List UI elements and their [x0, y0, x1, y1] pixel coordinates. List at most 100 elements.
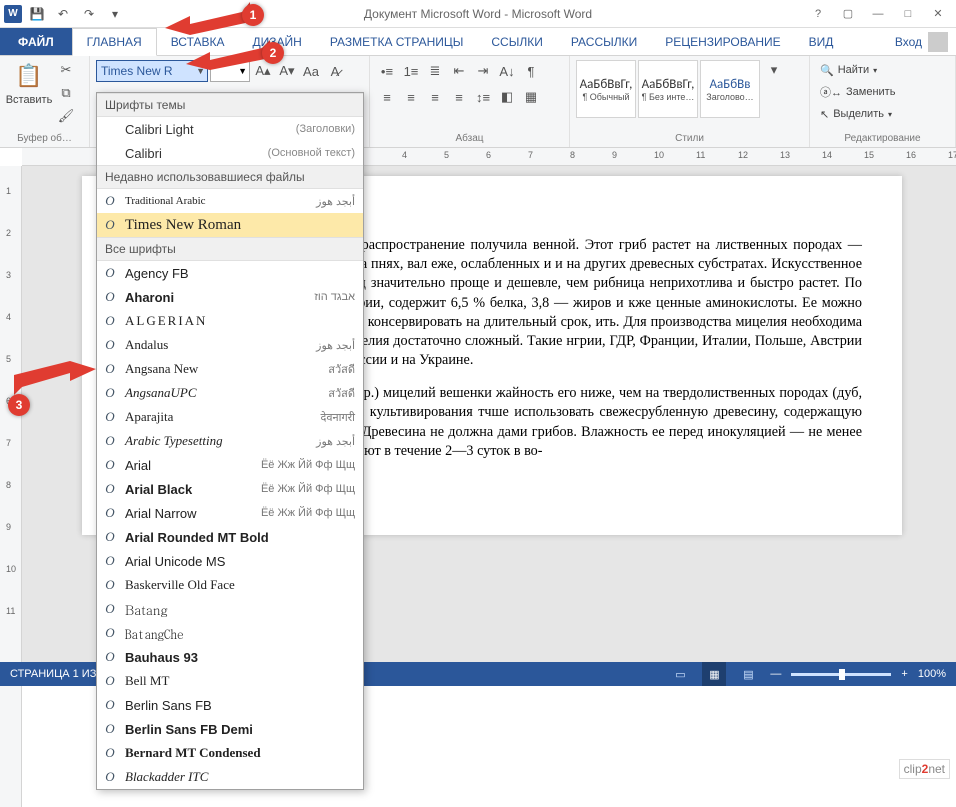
avatar[interactable] — [928, 32, 948, 52]
app-icon: W — [4, 5, 22, 23]
font-list-item[interactable]: OAgency FB — [97, 261, 363, 285]
group-editing-label: Редактирование — [816, 131, 949, 145]
zoom-level[interactable]: 100% — [918, 668, 946, 680]
group-styles-label: Стили — [576, 131, 803, 145]
ribbon-display-button[interactable]: ▢ — [834, 3, 862, 25]
view-read-button[interactable]: ▭ — [668, 662, 692, 686]
title-bar: W 💾 ↶ ↷ ▾ Документ Microsoft Word - Micr… — [0, 0, 956, 28]
numbering-button[interactable]: 1≡ — [400, 60, 422, 82]
replace-button[interactable]: ⓐ↔Заменить — [816, 82, 899, 102]
font-recent-item[interactable]: OTimes New Roman — [97, 213, 363, 237]
tab-layout[interactable]: РАЗМЕТКА СТРАНИЦЫ — [316, 28, 478, 55]
tab-mailings[interactable]: РАССЫЛКИ — [557, 28, 651, 55]
styles-more-button[interactable]: ▾ — [764, 60, 784, 80]
view-web-button[interactable]: ▤ — [736, 662, 760, 686]
font-list-item[interactable]: OArialЁё Жж Йй Фф Щщ — [97, 453, 363, 477]
clear-formatting-button[interactable]: A̷ — [324, 60, 346, 82]
increase-indent-button[interactable]: ⇥ — [472, 60, 494, 82]
tab-review[interactable]: РЕЦЕНЗИРОВАНИЕ — [651, 28, 794, 55]
annotation-badge-2: 2 — [262, 42, 284, 64]
style-normal[interactable]: АаБбВвГг, ¶ Обычный — [576, 60, 636, 118]
style-nospacing[interactable]: АаБбВвГг, ¶ Без инте… — [638, 60, 698, 118]
align-center-button[interactable]: ≡ — [400, 86, 422, 108]
search-icon: 🔍 — [820, 64, 834, 77]
font-list-item[interactable]: OBatangChe — [97, 621, 363, 645]
sort-button[interactable]: A↓ — [496, 60, 518, 82]
font-list-item[interactable]: OAharoniאבגד הוז — [97, 285, 363, 309]
font-list-item[interactable]: OBlackadder ITC — [97, 765, 363, 789]
font-list-item[interactable]: OBauhaus 93 — [97, 645, 363, 669]
copy-button[interactable]: ⧉ — [56, 83, 76, 103]
font-list-item[interactable]: OArial NarrowЁё Жж Йй Фф Щщ — [97, 501, 363, 525]
status-page[interactable]: СТРАНИЦА 1 ИЗ — [0, 668, 106, 680]
qat-redo-button[interactable]: ↷ — [78, 3, 100, 25]
zoom-out-button[interactable]: — — [770, 668, 781, 680]
format-painter-button[interactable]: 🖌 — [56, 106, 76, 126]
change-case-button[interactable]: Aa — [300, 60, 322, 82]
justify-button[interactable]: ≡ — [448, 86, 470, 108]
font-list-item[interactable]: OAngsana Newสวัสดี — [97, 357, 363, 381]
select-button[interactable]: ↖Выделить▾ — [816, 104, 899, 124]
font-list-item[interactable]: OArial Unicode MS — [97, 549, 363, 573]
minimize-button[interactable]: — — [864, 3, 892, 25]
annotation-badge-1: 1 — [242, 4, 264, 26]
zoom-in-button[interactable]: + — [901, 668, 907, 680]
shading-button[interactable]: ◧ — [496, 86, 518, 108]
show-marks-button[interactable]: ¶ — [520, 60, 542, 82]
multilevel-button[interactable]: ≣ — [424, 60, 446, 82]
font-list-item[interactable]: OAparajitaदेवनागरी — [97, 405, 363, 429]
cut-button[interactable]: ✂ — [56, 60, 76, 80]
bullets-button[interactable]: •≡ — [376, 60, 398, 82]
font-list-item[interactable]: OBatang — [97, 597, 363, 621]
close-button[interactable]: ✕ — [924, 3, 952, 25]
tab-references[interactable]: ССЫЛКИ — [477, 28, 556, 55]
window-title: Документ Microsoft Word - Microsoft Word — [364, 7, 592, 21]
dropdown-section-header: Недавно использовавшиеся файлы — [97, 165, 363, 189]
help-button[interactable]: ? — [804, 3, 832, 25]
view-print-button[interactable]: ▦ — [702, 662, 726, 686]
font-dropdown[interactable]: Шрифты темыCalibri Light(Заголовки)Calib… — [96, 92, 364, 790]
font-list-item[interactable]: OBerlin Sans FB Demi — [97, 717, 363, 741]
login-link[interactable]: Вход — [895, 35, 922, 49]
borders-button[interactable]: ▦ — [520, 86, 542, 108]
qat-save-button[interactable]: 💾 — [26, 3, 48, 25]
font-theme-item[interactable]: Calibri(Основной текст) — [97, 141, 363, 165]
dropdown-section-header: Шрифты темы — [97, 93, 363, 117]
paste-button[interactable]: 📋 Вставить — [6, 60, 52, 106]
tab-view[interactable]: ВИД — [795, 28, 848, 55]
align-left-button[interactable]: ≡ — [376, 86, 398, 108]
tab-home[interactable]: ГЛАВНАЯ — [72, 28, 157, 56]
watermark: clip2net — [899, 759, 950, 779]
font-list-item[interactable]: OAndalusأبجد هوز — [97, 333, 363, 357]
pointer-icon: ↖ — [820, 108, 829, 121]
decrease-indent-button[interactable]: ⇤ — [448, 60, 470, 82]
qat-customize-button[interactable]: ▾ — [104, 3, 126, 25]
ribbon-tabs: ФАЙЛ ГЛАВНАЯ ВСТАВКА ДИЗАЙН РАЗМЕТКА СТР… — [0, 28, 956, 56]
dropdown-section-header: Все шрифты — [97, 237, 363, 261]
font-theme-item[interactable]: Calibri Light(Заголовки) — [97, 117, 363, 141]
font-list-item[interactable]: OBerlin Sans FB — [97, 693, 363, 717]
group-clipboard-label: Буфер об… — [6, 131, 83, 145]
group-paragraph-label: Абзац — [376, 131, 563, 145]
font-list-item[interactable]: OBell MT — [97, 669, 363, 693]
replace-icon: ⓐ↔ — [820, 84, 842, 100]
find-button[interactable]: 🔍Найти▾ — [816, 60, 899, 80]
font-list-item[interactable]: OAngsanaUPCสวัสดี — [97, 381, 363, 405]
line-spacing-button[interactable]: ↕≡ — [472, 86, 494, 108]
ruler-vertical[interactable]: 1234567891011 — [0, 166, 22, 807]
font-list-item[interactable]: OBaskerville Old Face — [97, 573, 363, 597]
font-list-item[interactable]: OBernard MT Condensed — [97, 741, 363, 765]
annotation-badge-3: 3 — [8, 394, 30, 416]
font-list-item[interactable]: OALGERIAN — [97, 309, 363, 333]
qat-undo-button[interactable]: ↶ — [52, 3, 74, 25]
clipboard-icon: 📋 — [13, 60, 45, 92]
zoom-slider[interactable] — [791, 673, 891, 676]
align-right-button[interactable]: ≡ — [424, 86, 446, 108]
font-list-item[interactable]: OArial BlackЁё Жж Йй Фф Щщ — [97, 477, 363, 501]
font-list-item[interactable]: OArial Rounded MT Bold — [97, 525, 363, 549]
maximize-button[interactable]: □ — [894, 3, 922, 25]
font-recent-item[interactable]: OTraditional Arabicأبجد هوز — [97, 189, 363, 213]
font-list-item[interactable]: OArabic Typesettingأبجد هوز — [97, 429, 363, 453]
style-heading1[interactable]: АаБбВв Заголово… — [700, 60, 760, 118]
tab-file[interactable]: ФАЙЛ — [0, 28, 72, 55]
